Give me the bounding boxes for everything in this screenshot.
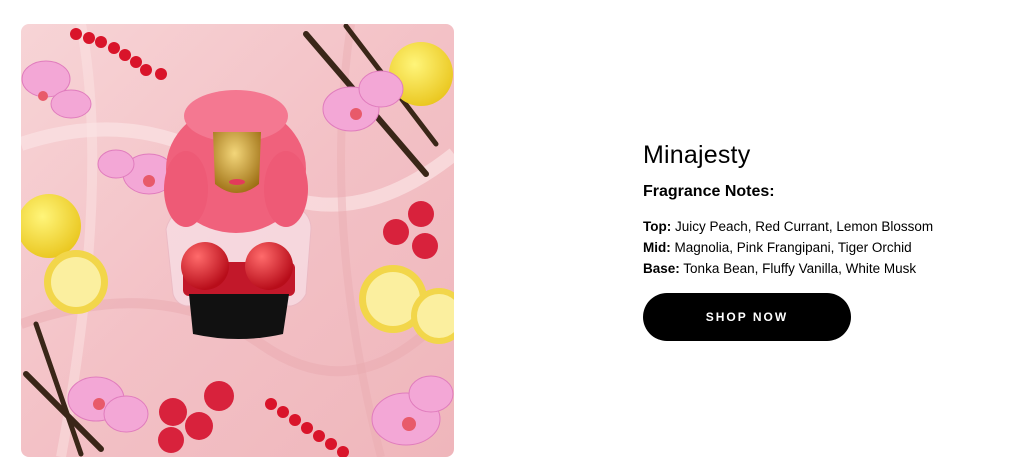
note-top-value: Juicy Peach, Red Currant, Lemon Blossom: [675, 219, 934, 234]
product-title: Minajesty: [643, 141, 751, 169]
note-base-label: Base:: [643, 261, 680, 276]
fragrance-notes-heading: Fragrance Notes:: [643, 183, 775, 200]
product-info: Minajesty Fragrance Notes: Top: Juicy Pe…: [643, 140, 1003, 341]
shop-now-button[interactable]: SHOP NOW: [643, 293, 851, 341]
product-image: [21, 24, 454, 457]
note-mid-value: Magnolia, Pink Frangipani, Tiger Orchid: [674, 240, 912, 255]
note-base-value: Tonka Bean, Fluffy Vanilla, White Musk: [683, 261, 917, 276]
note-mid: Mid: Magnolia, Pink Frangipani, Tiger Or…: [643, 237, 1003, 258]
perfume-bottle: [164, 90, 312, 339]
note-top-label: Top:: [643, 219, 672, 234]
note-top: Top: Juicy Peach, Red Currant, Lemon Blo…: [643, 216, 1003, 237]
note-base: Base: Tonka Bean, Fluffy Vanilla, White …: [643, 258, 1003, 279]
note-mid-label: Mid:: [643, 240, 671, 255]
product-photo: [21, 24, 454, 457]
